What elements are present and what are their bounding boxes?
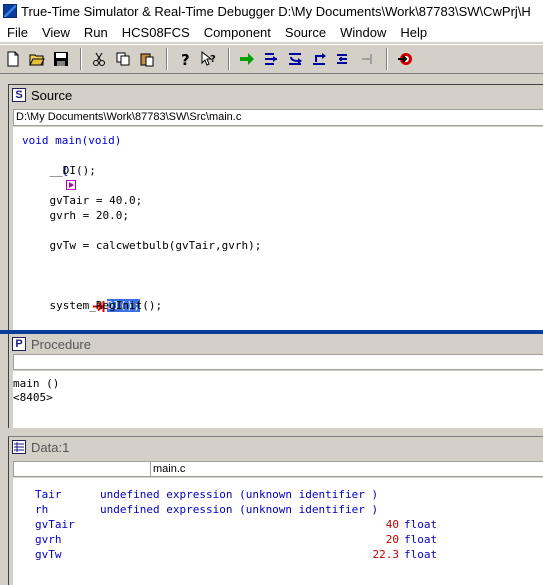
- variable-value[interactable]: 40: [386, 517, 399, 532]
- variable-type: float: [404, 518, 438, 531]
- procedure-title: Procedure: [31, 336, 91, 352]
- code-line[interactable]: system_RegInit();: [23, 298, 162, 313]
- procedure-window-icon: P: [12, 337, 26, 351]
- data-variable-list[interactable]: Tair undefined expression (unknown ident…: [13, 478, 543, 585]
- menu-window[interactable]: Window: [333, 25, 393, 40]
- save-icon: [54, 52, 68, 66]
- data-header: main.c: [13, 461, 543, 477]
- halt-icon: [362, 54, 372, 64]
- open-folder-icon: [29, 54, 45, 66]
- menu-component[interactable]: Component: [197, 25, 278, 40]
- cut-button[interactable]: [88, 48, 110, 70]
- data-row[interactable]: rh undefined expression (unknown identif…: [13, 502, 543, 517]
- variable-value[interactable]: 20: [386, 532, 399, 547]
- assembly-step-icon: [337, 54, 347, 64]
- app-icon: [3, 4, 17, 18]
- data-title-bar: Data:1: [9, 437, 69, 457]
- reset-icon: [398, 53, 412, 65]
- source-code-area[interactable]: void main(void) { __DI(); gvTair = 40.0;…: [13, 127, 543, 331]
- paste-icon: [140, 53, 154, 67]
- copy-icon: [116, 52, 130, 66]
- step-out-icon: [313, 53, 326, 65]
- source-title-bar: S Source: [9, 85, 72, 105]
- variable-message: undefined expression (unknown identifier…: [100, 488, 379, 501]
- variable-name: gvTw: [35, 548, 62, 561]
- menu-source[interactable]: Source: [278, 25, 333, 40]
- menu-hcs08fcs[interactable]: HCS08FCS: [115, 25, 197, 40]
- single-step-icon: [265, 53, 277, 65]
- menu-help[interactable]: Help: [393, 25, 434, 40]
- start-button[interactable]: [236, 48, 258, 70]
- variable-name: gvTair: [35, 518, 75, 531]
- new-file-icon: [7, 51, 19, 67]
- new-file-button[interactable]: [2, 48, 24, 70]
- assembly-step-button[interactable]: [332, 48, 354, 70]
- code-line[interactable]: gvTair = 40.0;: [23, 193, 142, 208]
- step-over-button[interactable]: [284, 48, 306, 70]
- reset-button[interactable]: [394, 48, 416, 70]
- copy-button[interactable]: [112, 48, 134, 70]
- variable-name: rh: [35, 503, 49, 516]
- data-row[interactable]: gvrh 20 float: [13, 532, 543, 547]
- data-scope-field[interactable]: [14, 462, 151, 476]
- code-line[interactable]: __DI();: [23, 163, 95, 178]
- variable-value[interactable]: 22.3: [373, 547, 400, 562]
- help-button[interactable]: ?: [174, 48, 196, 70]
- toolbar-separator: [228, 48, 230, 70]
- source-window: S Source D:\My Documents\Work\87783\SW\S…: [8, 84, 543, 332]
- variable-message: undefined expression (unknown identifier…: [100, 503, 379, 516]
- toolbar-separator: [386, 48, 388, 70]
- data-row[interactable]: gvTair 40 float: [13, 517, 543, 532]
- data-module-name: main.c: [153, 463, 186, 475]
- source-file-path: D:\My Documents\Work\87783\SW\Src\main.c: [13, 109, 543, 126]
- help-icon: ?: [181, 51, 190, 67]
- cut-icon: [93, 52, 105, 66]
- table-icon: [14, 442, 24, 452]
- current-code-line[interactable]: DI();: [53, 283, 140, 312]
- menu-bar: File View Run HCS08FCS Component Source …: [0, 22, 543, 42]
- toolbar-separator: [80, 48, 82, 70]
- code-line[interactable]: {: [22, 148, 76, 190]
- menu-run[interactable]: Run: [77, 25, 115, 40]
- data-row[interactable]: Tair undefined expression (unknown ident…: [13, 487, 543, 502]
- context-help-button[interactable]: ?: [198, 48, 220, 70]
- data-row[interactable]: gvTw 22.3 float: [13, 547, 543, 562]
- halt-button[interactable]: [356, 48, 378, 70]
- menu-file[interactable]: File: [0, 25, 35, 40]
- toolbar-separator: [166, 48, 168, 70]
- data-window-icon: [12, 440, 26, 454]
- source-title: Source: [31, 87, 73, 103]
- window-title: True-Time Simulator & Real-Time Debugger…: [21, 3, 531, 19]
- source-window-icon: S: [12, 88, 26, 102]
- single-step-button[interactable]: [260, 48, 282, 70]
- title-bar: True-Time Simulator & Real-Time Debugger…: [0, 0, 543, 22]
- variable-type: float: [404, 548, 438, 561]
- svg-text:?: ?: [181, 51, 190, 67]
- variable-type: float: [404, 533, 438, 546]
- data-window: Data:1 main.c Tair undefined expression …: [8, 436, 543, 585]
- code-line[interactable]: gvTw = calcwetbulb(gvTair,gvrh);: [23, 238, 261, 253]
- paste-button[interactable]: [136, 48, 158, 70]
- step-out-button[interactable]: [308, 48, 330, 70]
- svg-text:?: ?: [210, 54, 216, 65]
- save-button[interactable]: [50, 48, 72, 70]
- context-help-icon: ?: [201, 51, 216, 66]
- breakpoint-marker-icon[interactable]: [65, 180, 76, 190]
- variable-name: Tair: [35, 488, 62, 501]
- procedure-item[interactable]: main (): [13, 377, 543, 391]
- variable-name: gvrh: [35, 533, 62, 546]
- procedure-header: [13, 354, 543, 370]
- code-line[interactable]: gvrh = 20.0;: [23, 208, 128, 223]
- procedure-item[interactable]: <8405>: [13, 391, 543, 405]
- code-line[interactable]: void main(void): [22, 133, 121, 148]
- toolbar: ? ?: [0, 44, 543, 74]
- menu-view[interactable]: View: [35, 25, 77, 40]
- step-over-icon: [289, 53, 302, 65]
- procedure-list[interactable]: main () <8405>: [13, 371, 543, 428]
- open-button[interactable]: [26, 48, 48, 70]
- procedure-window: P Procedure main () <8405>: [8, 334, 543, 428]
- start-icon: [240, 53, 254, 65]
- data-title: Data:1: [31, 439, 70, 455]
- procedure-title-bar: P Procedure: [9, 334, 91, 354]
